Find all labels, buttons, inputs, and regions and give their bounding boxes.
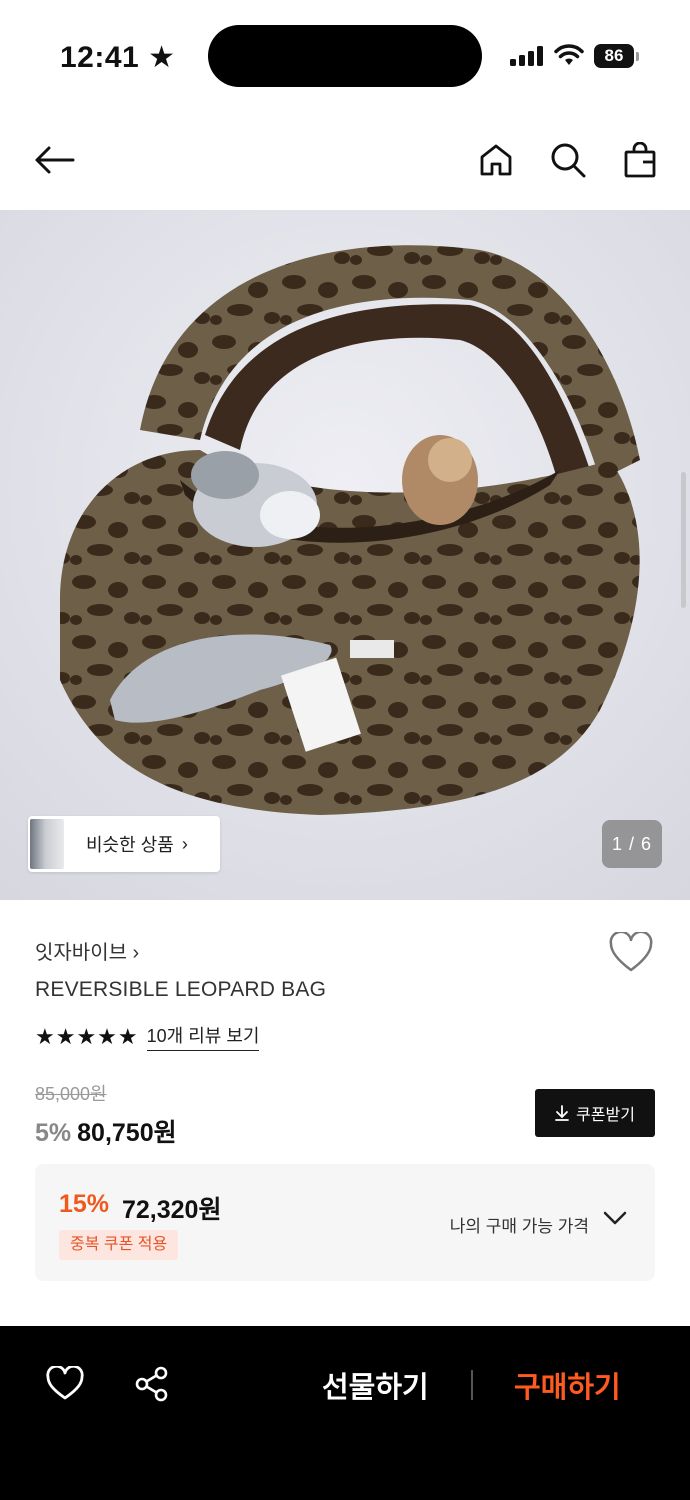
chevron-right-icon: › [181, 833, 188, 854]
my-price-percent: 15% [59, 1190, 110, 1218]
similar-product-thumbnail [30, 819, 64, 869]
battery-tip [636, 52, 639, 61]
cellular-signal-icon [510, 46, 543, 66]
image-page-indicator: 1 / 6 [602, 820, 662, 868]
heart-icon [609, 930, 653, 972]
similar-products-label: 비슷한 상품 [86, 835, 174, 855]
home-icon [480, 144, 512, 176]
get-coupon-button[interactable]: 쿠폰받기 [535, 1089, 655, 1137]
battery-indicator: 86 [594, 44, 634, 68]
sale-price-row: 5% 80,750원 [35, 1113, 177, 1149]
bottom-wishlist-button[interactable] [46, 1364, 84, 1407]
search-icon [551, 143, 586, 178]
original-price: 85,000원 [35, 1084, 107, 1104]
review-link[interactable]: 10개 리뷰 보기 [146, 1022, 260, 1051]
buy-button[interactable]: 구매하기 [514, 1364, 621, 1406]
home-button[interactable] [474, 138, 518, 182]
download-icon [555, 1105, 569, 1121]
shopping-bag-icon [624, 142, 656, 178]
gift-button[interactable]: 선물하기 [322, 1364, 429, 1406]
back-button[interactable] [32, 138, 76, 182]
my-price-value: 72,320원 [122, 1196, 222, 1224]
discount-percent: 5% [35, 1119, 72, 1147]
status-time: 12:41 ★ [60, 41, 176, 74]
bottom-action-bar: 선물하기 구매하기 [0, 1326, 690, 1500]
back-arrow-icon [35, 146, 75, 174]
get-coupon-label: 쿠폰받기 [576, 1107, 635, 1124]
product-image[interactable] [0, 210, 690, 900]
wifi-icon [554, 44, 584, 65]
divider [471, 1370, 473, 1400]
my-price-box[interactable]: 15% 72,320원 중복 쿠폰 적용 나의 구매 가능 가격 [35, 1164, 655, 1281]
share-icon [135, 1366, 168, 1402]
chevron-down-icon [603, 1211, 627, 1225]
coupon-applied-badge: 중복 쿠폰 적용 [59, 1230, 179, 1260]
product-name: REVERSIBLE LEOPARD BAG [35, 978, 327, 1001]
rating-stars: ★★★★★ [35, 1023, 139, 1049]
my-price-label: 나의 구매 가능 가격 [449, 1217, 589, 1236]
rating-row: ★★★★★ 10개 리뷰 보기 [35, 1022, 260, 1051]
scroll-indicator [681, 472, 686, 608]
wishlist-button[interactable] [608, 930, 654, 979]
brand-link[interactable]: 잇자바이브 › [35, 936, 139, 965]
share-button[interactable] [134, 1366, 170, 1407]
sale-price: 80,750원 [77, 1119, 177, 1147]
top-navigation-bar [0, 120, 690, 200]
dynamic-island [208, 25, 482, 87]
search-button[interactable] [546, 138, 590, 182]
heart-icon [46, 1364, 84, 1400]
status-bar: 12:41 ★ 86 [0, 0, 690, 110]
cart-button[interactable] [618, 138, 662, 182]
leopard-bag-image [0, 210, 690, 900]
similar-products-button[interactable]: 비슷한 상품 › [28, 816, 220, 872]
